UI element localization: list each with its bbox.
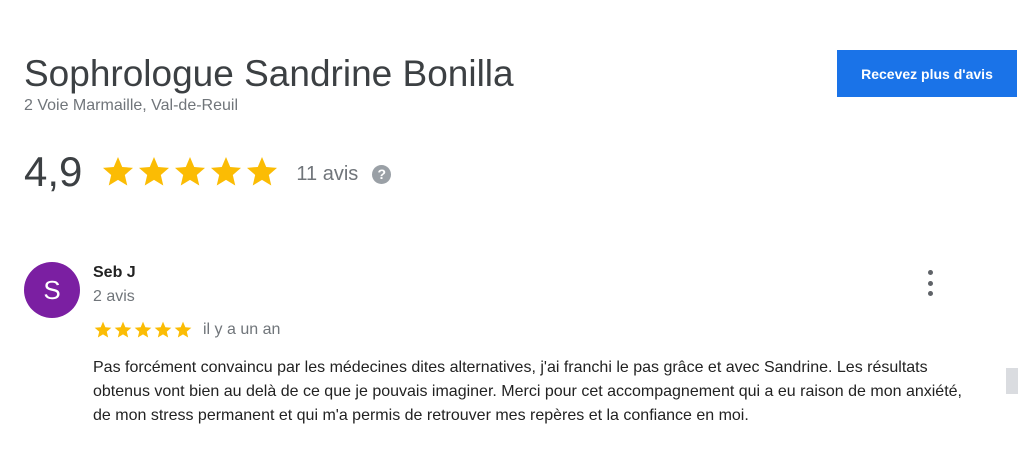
reviewer-name[interactable]: Seb J [93,263,136,283]
review-stars [93,320,193,340]
review-count-link[interactable]: 11 avis [296,163,358,186]
star-icon [94,321,112,338]
star-icon [134,321,152,338]
question-mark-icon[interactable]: ? [372,164,392,184]
get-more-reviews-button[interactable]: Recevez plus d'avis [837,50,1017,97]
star-icon [247,157,278,186]
scrollbar-thumb[interactable] [1006,368,1018,394]
review-date: il y a un an [203,321,281,338]
menu-dot [927,280,933,286]
business-address: 2 Voie Marmaille, Val-de-Reuil [24,97,239,114]
star-icon [211,157,242,186]
star-icon [139,157,170,186]
review-meta: il y a un an [93,320,280,340]
star-icon [174,321,192,338]
rating-summary: 4,9 11 avis ? [24,146,392,198]
avatar[interactable]: S [24,262,80,318]
star-icon [103,157,134,186]
business-name: Sophrologue Sandrine Bonilla [24,53,514,94]
reviewer-review-count: 2 avis [93,288,135,305]
rating-score: 4,9 [24,148,83,195]
rating-stars [100,154,280,190]
review-text: Pas forcément convaincu par les médecine… [93,359,962,424]
business-header: Sophrologue Sandrine Bonilla 2 Voie Marm… [24,52,514,116]
star-icon [114,321,132,338]
star-icon [175,157,206,186]
more-vertical-icon[interactable] [920,268,940,298]
menu-dot [927,291,933,296]
star-icon [154,321,172,338]
menu-dot [927,270,933,275]
